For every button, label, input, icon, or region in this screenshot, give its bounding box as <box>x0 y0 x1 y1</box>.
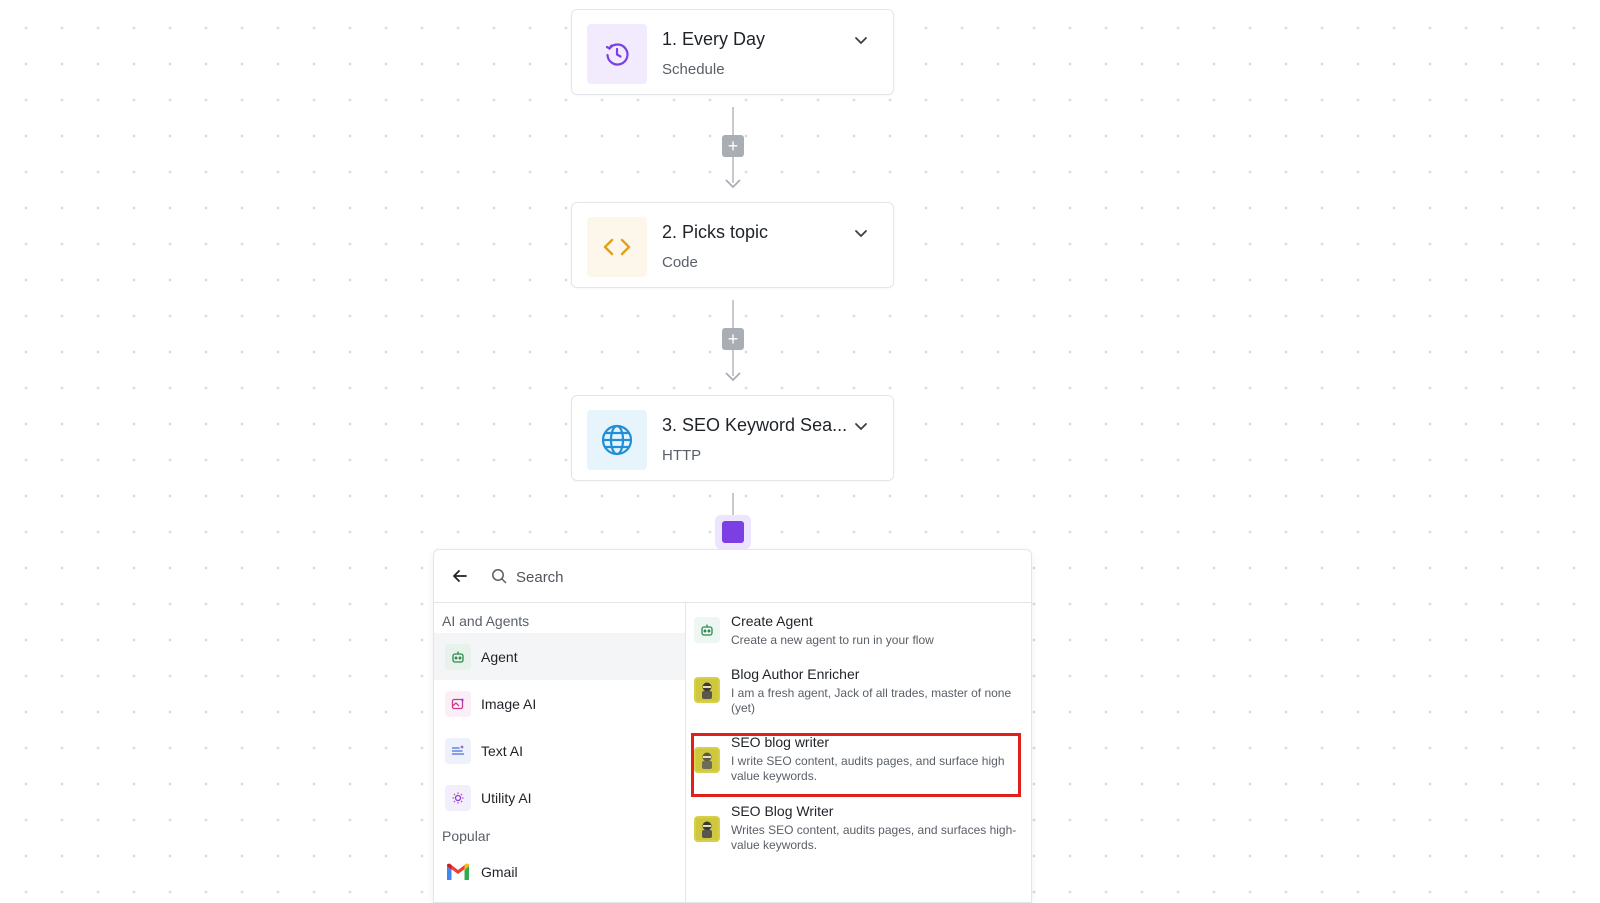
chevron-down-icon[interactable] <box>853 32 869 48</box>
robot-icon <box>445 643 471 670</box>
category-utility-ai[interactable]: Utility AI <box>434 774 685 821</box>
item-description: Create a new agent to run in your flow <box>731 633 934 647</box>
step-title: 3. SEO Keyword Sea... <box>662 415 848 435</box>
category-image-ai[interactable]: Image AI <box>434 680 685 727</box>
step-subtitle: Schedule <box>662 61 725 78</box>
step-subtitle: Code <box>662 254 698 271</box>
utility-ai-icon <box>445 784 471 811</box>
step-card-picks-topic[interactable]: 2. Picks topic Code <box>571 202 894 288</box>
connector-line <box>732 493 734 515</box>
list-item-seo-blog-writer[interactable]: SEO Blog Writer Writes SEO content, audi… <box>686 794 1031 864</box>
chevron-down-icon[interactable] <box>853 225 869 241</box>
list-item-seo-blog-writer-highlighted[interactable]: SEO blog writer I write SEO content, aud… <box>686 725 1031 794</box>
insert-step-node[interactable] <box>715 515 751 549</box>
add-step-button[interactable]: + <box>722 135 744 157</box>
text-ai-icon <box>445 737 471 764</box>
add-step-button[interactable]: + <box>722 328 744 350</box>
back-arrow-icon[interactable] <box>452 568 468 584</box>
globe-icon <box>587 410 647 470</box>
category-text-ai[interactable]: Text AI <box>434 727 685 774</box>
item-title: SEO blog writer <box>731 734 830 750</box>
code-icon <box>587 217 647 277</box>
image-ai-icon <box>445 690 471 717</box>
section-label-ai-and-agents: AI and Agents <box>442 613 530 629</box>
item-description: I am a fresh agent, Jack of all trades, … <box>731 686 1012 715</box>
category-label: Gmail <box>481 863 518 880</box>
schedule-icon <box>587 24 647 84</box>
step-title: 1. Every Day <box>662 29 766 49</box>
search-bar <box>434 550 1031 603</box>
arrow-down-icon <box>725 179 741 189</box>
agent-avatar-icon <box>694 677 720 703</box>
gmail-icon <box>445 859 471 885</box>
step-title: 2. Picks topic <box>662 222 769 242</box>
item-title: Create Agent <box>731 613 813 629</box>
robot-icon <box>694 617 720 643</box>
category-label: Utility AI <box>481 789 532 806</box>
step-picker-panel: AI and Agents Agent Image AI Text AI <box>433 549 1032 903</box>
item-title: SEO Blog Writer <box>731 803 834 819</box>
flow-canvas[interactable]: 1. Every Day Schedule + 2. Picks topic C… <box>0 0 1600 903</box>
list-item-blog-author-enricher[interactable]: Blog Author Enricher I am a fresh agent,… <box>686 655 1031 725</box>
list-item-create-agent[interactable]: Create Agent Create a new agent to run i… <box>686 603 1031 655</box>
agent-avatar-icon <box>694 747 720 773</box>
category-list: AI and Agents Agent Image AI Text AI Uti… <box>434 603 686 902</box>
step-subtitle: HTTP <box>662 447 702 464</box>
category-gmail[interactable]: Gmail <box>434 848 685 895</box>
agent-avatar-icon <box>694 816 720 842</box>
category-label: Agent <box>481 648 518 665</box>
category-label: Image AI <box>481 695 537 712</box>
item-title: Blog Author Enricher <box>731 666 860 682</box>
step-card-every-day[interactable]: 1. Every Day Schedule <box>571 9 894 95</box>
search-input[interactable] <box>514 562 998 592</box>
step-card-seo-keyword-search[interactable]: 3. SEO Keyword Sea... HTTP <box>571 395 894 481</box>
arrow-down-icon <box>725 372 741 382</box>
category-agent[interactable]: Agent <box>434 633 685 680</box>
category-label: Text AI <box>481 742 524 759</box>
section-label-popular: Popular <box>442 828 491 844</box>
item-list: Create Agent Create a new agent to run i… <box>686 603 1031 902</box>
chevron-down-icon[interactable] <box>853 418 869 434</box>
item-description: Writes SEO content, audits pages, and su… <box>731 823 1017 852</box>
item-description: I write SEO content, audits pages, and s… <box>731 754 1005 783</box>
search-icon <box>492 569 507 584</box>
